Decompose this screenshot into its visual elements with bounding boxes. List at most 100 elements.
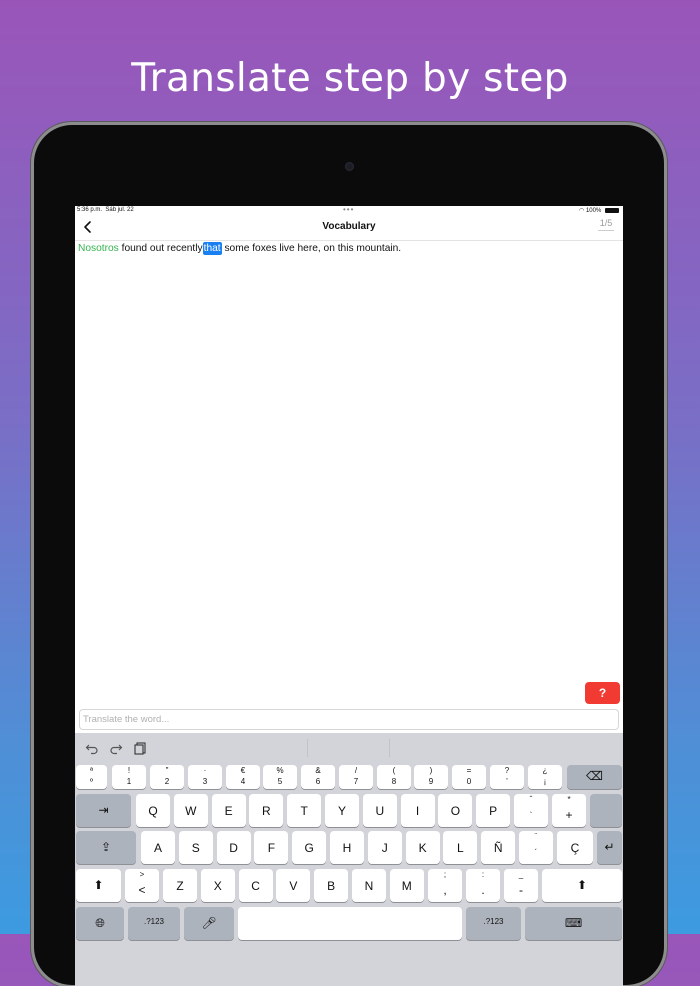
key-number[interactable]: ) 9 xyxy=(414,765,448,789)
key-label: A xyxy=(153,840,162,855)
shift-icon: ⬆ xyxy=(576,877,588,892)
multitask-dots-icon[interactable]: ••• xyxy=(343,206,354,214)
key-filler[interactable] xyxy=(590,794,622,827)
key-label-secondary: ( xyxy=(392,766,396,775)
hint-button[interactable]: ? xyxy=(585,682,620,704)
key-letter[interactable]: I xyxy=(400,794,435,827)
key-letter[interactable]: W xyxy=(173,794,208,827)
key-letter[interactable]: Ñ xyxy=(481,831,516,864)
key-number[interactable]: ? ' xyxy=(490,765,524,789)
key-label-primary: - xyxy=(519,882,523,897)
key-symbol[interactable]: :. xyxy=(466,869,500,902)
key-accent[interactable]: ¨ ´ xyxy=(519,831,553,864)
key-letter[interactable]: K xyxy=(405,831,440,864)
key-letter[interactable]: D xyxy=(216,831,251,864)
key-label-secondary: % xyxy=(276,766,284,775)
key-letter[interactable]: F xyxy=(254,831,289,864)
key-number[interactable]: ! 1 xyxy=(112,765,146,789)
dictation-key[interactable]: 🎤︎ xyxy=(184,907,234,940)
key-letter[interactable]: C xyxy=(238,869,273,902)
known-word[interactable]: Nosotros xyxy=(78,243,119,254)
key-ordinal[interactable]: ªº xyxy=(76,765,107,789)
key-letter[interactable]: J xyxy=(367,831,402,864)
space-key[interactable] xyxy=(238,907,462,940)
key-label-primary: 5 xyxy=(277,777,283,786)
key-letter[interactable]: B xyxy=(314,869,349,902)
key-letter[interactable]: N xyxy=(352,869,386,902)
key-number[interactable]: = 0 xyxy=(452,765,486,789)
key-letter[interactable]: Y xyxy=(325,794,359,827)
wifi-icon: ◠ xyxy=(579,208,585,214)
key-letter[interactable]: O xyxy=(438,794,473,827)
key-letter[interactable]: E xyxy=(211,794,246,827)
key-label-primary: ' xyxy=(506,777,508,786)
key-label-secondary: / xyxy=(354,766,358,775)
redo-icon[interactable] xyxy=(109,741,123,755)
key-letter[interactable]: A xyxy=(141,831,175,864)
key-label-secondary: ! xyxy=(127,766,131,775)
key-label: U xyxy=(375,803,385,818)
key-label: G xyxy=(304,840,314,855)
sentence: Nosotros found out recentlythat some fox… xyxy=(78,242,401,255)
sentence-text-before: found out recently xyxy=(121,243,203,254)
key-label-primary: 9 xyxy=(428,777,434,786)
paste-icon[interactable] xyxy=(133,741,147,755)
key-label-secondary: ª xyxy=(90,766,93,775)
key-symbol[interactable]: * + xyxy=(552,794,586,827)
key-letter[interactable]: U xyxy=(362,794,397,827)
key-letter[interactable]: V xyxy=(276,869,311,902)
key-letter[interactable]: X xyxy=(200,869,235,902)
key-symbol[interactable]: _ - xyxy=(504,869,538,902)
translate-input[interactable] xyxy=(79,709,619,730)
key-number[interactable]: % 5 xyxy=(263,765,297,789)
key-label-primary: , xyxy=(443,882,447,897)
key-letter[interactable]: S xyxy=(178,831,213,864)
key-letter[interactable]: T xyxy=(287,794,322,827)
key-label-secondary: · xyxy=(203,766,207,775)
key-number[interactable]: €4 xyxy=(226,765,260,789)
key-accent[interactable]: ˆ ` xyxy=(514,794,548,827)
key-letter[interactable]: L xyxy=(443,831,478,864)
key-letter[interactable]: Z xyxy=(163,869,197,902)
return-key[interactable]: ↵ xyxy=(597,831,622,864)
current-word[interactable]: that xyxy=(202,242,222,255)
key-letter[interactable]: M xyxy=(389,869,424,902)
key-label-secondary: * xyxy=(567,795,571,804)
undo-icon[interactable] xyxy=(85,741,99,755)
tab-key[interactable]: ⇥ xyxy=(76,794,131,827)
key-letter[interactable]: Ç xyxy=(557,831,593,864)
mode-key-right[interactable]: .?123 xyxy=(466,907,521,940)
camera-icon xyxy=(345,162,354,171)
key-label-primary: ¡ xyxy=(543,777,547,786)
capslock-key[interactable]: ⇪ xyxy=(76,831,136,864)
key-label-primary: 1 xyxy=(126,777,132,786)
key-letter[interactable]: H xyxy=(330,831,364,864)
key-number[interactable]: & 6 xyxy=(301,765,335,789)
key-letter[interactable]: Q xyxy=(136,794,170,827)
globe-key[interactable]: 🌐︎ xyxy=(76,907,124,940)
key-number[interactable]: · 3 xyxy=(188,765,222,789)
key-number[interactable]: /7 xyxy=(339,765,373,789)
key-number[interactable]: (8 xyxy=(377,765,411,789)
key-label: .?123 xyxy=(483,916,504,926)
key-letter[interactable]: G xyxy=(292,831,327,864)
key-label: C xyxy=(251,878,260,893)
key-number[interactable]: ¿ ¡ xyxy=(528,765,562,789)
key-label-secondary: & xyxy=(315,766,321,775)
key-label-secondary: = xyxy=(466,766,472,775)
keyboard: ª º! 1 " 2 · 3 €4% 5 & 6/7(8) 9 = 0? ' ¿ ¡ ⌫ ⇥ Q W E R T Y U I O P ˆ `… xyxy=(75,733,623,986)
delete-key[interactable]: ⌫ xyxy=(567,765,622,789)
key-symbol[interactable]: > < xyxy=(125,869,159,902)
mic-icon: 🎤︎ xyxy=(201,915,217,930)
key-label: .?123 xyxy=(143,916,165,926)
shift-key-right[interactable]: ⬆ xyxy=(542,869,622,902)
key-number[interactable]: " 2 xyxy=(150,765,184,789)
key-symbol[interactable]: ;, xyxy=(428,869,462,902)
key-letter[interactable]: R xyxy=(249,794,284,827)
key-label: Q xyxy=(148,803,158,818)
shift-key-left[interactable]: ⬆ xyxy=(76,869,121,902)
mode-key[interactable]: .?123 xyxy=(128,907,180,940)
hide-keyboard-key[interactable]: ⌨ xyxy=(525,907,622,940)
key-label: M xyxy=(401,878,412,893)
key-letter[interactable]: P xyxy=(476,794,511,827)
